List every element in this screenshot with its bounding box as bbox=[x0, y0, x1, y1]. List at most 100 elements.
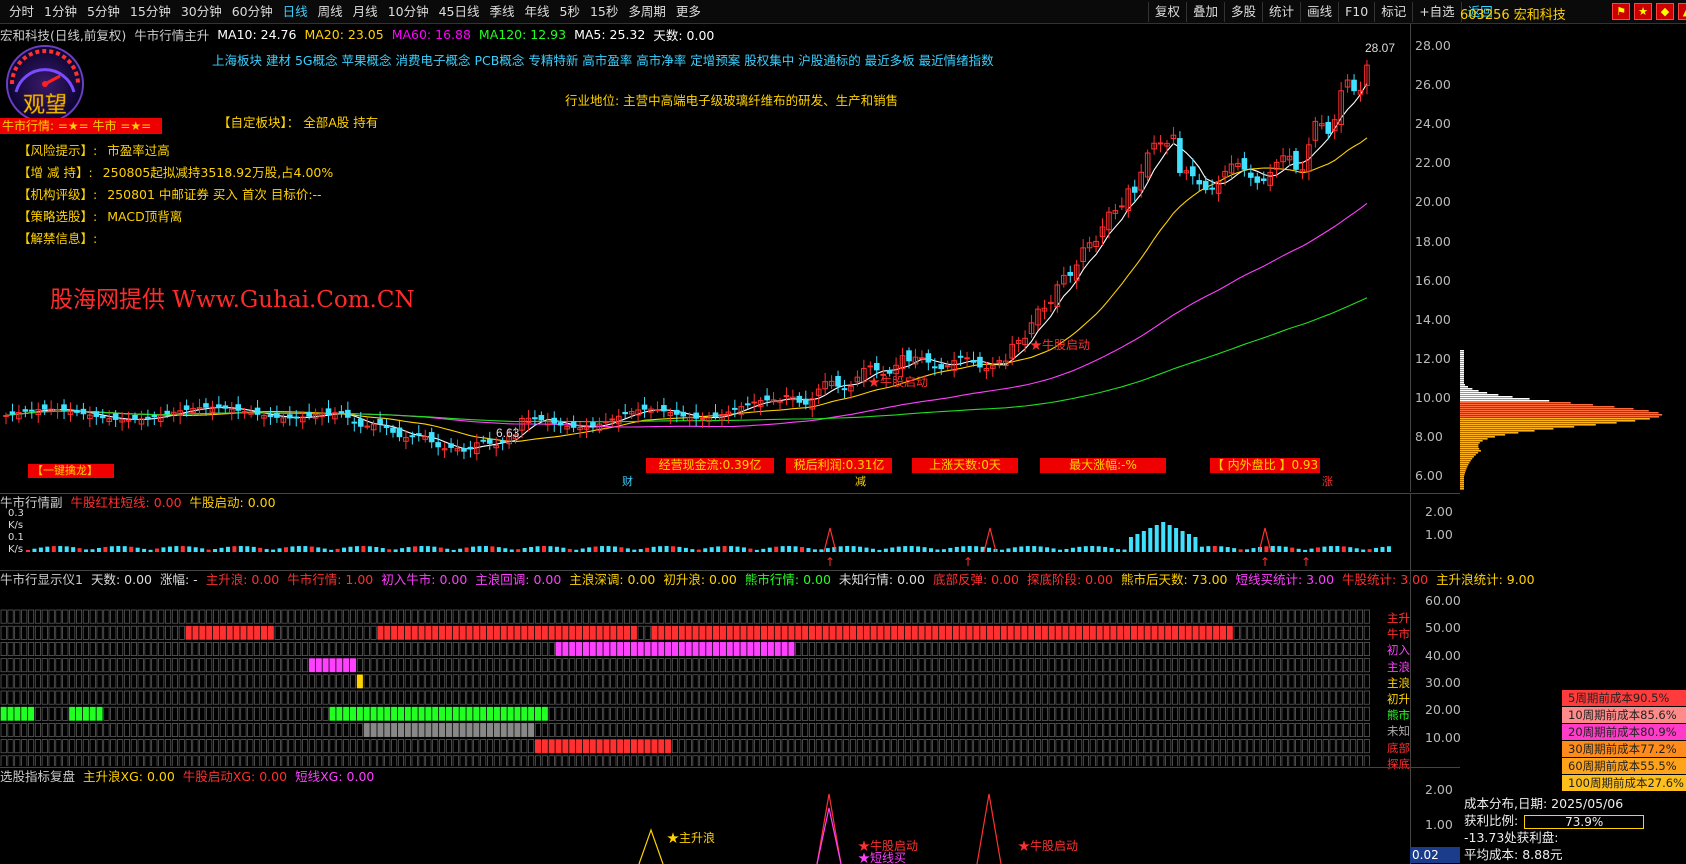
period-1[interactable]: 1分钟 bbox=[39, 1, 82, 23]
chart-icon[interactable]: ▲ bbox=[1678, 3, 1686, 20]
period-0[interactable]: 分时 bbox=[4, 1, 39, 23]
sub1-bar bbox=[116, 546, 121, 552]
grid-cell bbox=[651, 658, 658, 673]
grid-cell bbox=[521, 690, 528, 705]
grid-cell bbox=[41, 658, 48, 673]
tool-button-2[interactable]: 多股 bbox=[1224, 2, 1262, 22]
period-16[interactable]: 更多 bbox=[671, 1, 706, 23]
candle-body bbox=[41, 404, 48, 410]
period-7[interactable]: 周线 bbox=[313, 1, 348, 23]
sub3-chart[interactable]: ★主升浪★牛股启动★短线买★牛股启动 bbox=[0, 768, 1410, 864]
grid-cell bbox=[836, 755, 843, 766]
grid-cell bbox=[603, 642, 610, 656]
grid-cell bbox=[637, 674, 644, 689]
period-3[interactable]: 15分钟 bbox=[125, 1, 176, 23]
period-14[interactable]: 15秒 bbox=[585, 1, 623, 23]
grid-cell bbox=[117, 658, 124, 673]
period-2[interactable]: 5分钟 bbox=[82, 1, 125, 23]
chip-bar bbox=[1460, 362, 1464, 364]
candle-body bbox=[22, 409, 29, 412]
tool-button-6[interactable]: 标记 bbox=[1374, 2, 1412, 22]
period-15[interactable]: 多周期 bbox=[623, 1, 671, 23]
flag-icon[interactable]: ⚑ bbox=[1612, 3, 1630, 20]
sub1-bar bbox=[38, 547, 43, 552]
sub2-item: 初升浪: 0.00 bbox=[663, 572, 737, 587]
period-13[interactable]: 5秒 bbox=[555, 1, 585, 23]
grid-cell bbox=[130, 755, 137, 766]
grid-cell bbox=[918, 609, 925, 624]
sub1-bar bbox=[838, 546, 843, 552]
sub1-bar bbox=[812, 549, 817, 552]
grid-cell bbox=[418, 609, 425, 624]
grid-cell bbox=[350, 706, 357, 721]
candle-body bbox=[29, 409, 35, 412]
grid-cell bbox=[904, 739, 911, 754]
period-11[interactable]: 季线 bbox=[485, 1, 520, 23]
period-9[interactable]: 10分钟 bbox=[383, 1, 434, 23]
diamond-icon[interactable]: ◆ bbox=[1656, 3, 1674, 20]
tool-button-4[interactable]: 画线 bbox=[1300, 2, 1338, 22]
sub1-chart[interactable]: ↑ ↑ ↑ ↑ bbox=[0, 494, 1410, 570]
grid-cell bbox=[576, 690, 583, 705]
grid-cell bbox=[685, 723, 692, 737]
grid-cell bbox=[856, 706, 863, 721]
grid-cell bbox=[1226, 739, 1233, 754]
grid-cell bbox=[836, 690, 843, 705]
grid-cell bbox=[1233, 609, 1240, 624]
grid-cell bbox=[966, 755, 973, 766]
star-icon[interactable]: ★ bbox=[1634, 3, 1652, 20]
sub1-bar bbox=[922, 547, 927, 552]
grid-cell bbox=[370, 706, 377, 721]
grid-cell bbox=[171, 706, 178, 721]
tool-button-5[interactable]: F10 bbox=[1338, 2, 1374, 22]
candle-body bbox=[712, 412, 719, 417]
sub1-bar bbox=[1025, 546, 1030, 552]
grid-cell bbox=[452, 674, 459, 689]
tool-button-1[interactable]: 叠加 bbox=[1186, 2, 1224, 22]
tool-button-7[interactable]: +自选 bbox=[1412, 2, 1460, 22]
grid-cell bbox=[959, 658, 966, 673]
grid-cell bbox=[856, 739, 863, 754]
tool-button-0[interactable]: 复权 bbox=[1148, 2, 1186, 22]
grid-cell bbox=[966, 642, 973, 656]
period-12[interactable]: 年线 bbox=[520, 1, 555, 23]
grid-cell bbox=[582, 674, 589, 689]
chip-bar bbox=[1460, 436, 1495, 438]
grid-cell bbox=[1151, 658, 1158, 673]
grid-cell bbox=[1199, 609, 1206, 624]
grid-cell bbox=[308, 706, 315, 721]
grid-cell bbox=[165, 739, 172, 754]
sub2-name[interactable]: 牛市行显示仪1 bbox=[0, 571, 83, 589]
grid-cell bbox=[1267, 642, 1274, 656]
grid-cell bbox=[815, 642, 822, 656]
period-5[interactable]: 60分钟 bbox=[227, 1, 278, 23]
period-8[interactable]: 月线 bbox=[348, 1, 383, 23]
grid-cell bbox=[480, 642, 487, 656]
grid-row-label: 主升 bbox=[1387, 611, 1410, 625]
period-4[interactable]: 30分钟 bbox=[176, 1, 227, 23]
grid-cell bbox=[370, 642, 377, 656]
grid-cell bbox=[130, 706, 137, 721]
grid-cell bbox=[1240, 690, 1247, 705]
grid-cell bbox=[740, 642, 747, 656]
grid-cell bbox=[137, 674, 144, 689]
sub1-bar bbox=[58, 546, 63, 552]
tool-button-3[interactable]: 统计 bbox=[1262, 2, 1300, 22]
one-key-button[interactable]: 【一键擒龙】 bbox=[28, 464, 114, 478]
period-10[interactable]: 45日线 bbox=[434, 1, 485, 23]
grid-cell bbox=[617, 739, 624, 754]
period-list: 分时 1分钟 5分钟 15分钟 30分钟 60分钟 日线 周线 月线 10分钟 45日线 季线 年线 5秒… bbox=[0, 1, 706, 23]
grid-cell bbox=[904, 723, 911, 737]
sub3-spike bbox=[976, 793, 1002, 864]
grid-cell bbox=[1343, 658, 1350, 673]
sub1-bar bbox=[1212, 546, 1217, 552]
sub1-bar bbox=[600, 546, 605, 552]
grid-cell bbox=[1151, 706, 1158, 721]
grid-cell bbox=[507, 739, 514, 754]
grid-cell bbox=[856, 690, 863, 705]
chip-bar bbox=[1460, 416, 1660, 418]
chip-bar bbox=[1460, 458, 1473, 460]
grid-cell bbox=[870, 690, 877, 705]
period-6[interactable]: 日线 bbox=[278, 1, 313, 23]
sub1-bar bbox=[1277, 546, 1282, 552]
